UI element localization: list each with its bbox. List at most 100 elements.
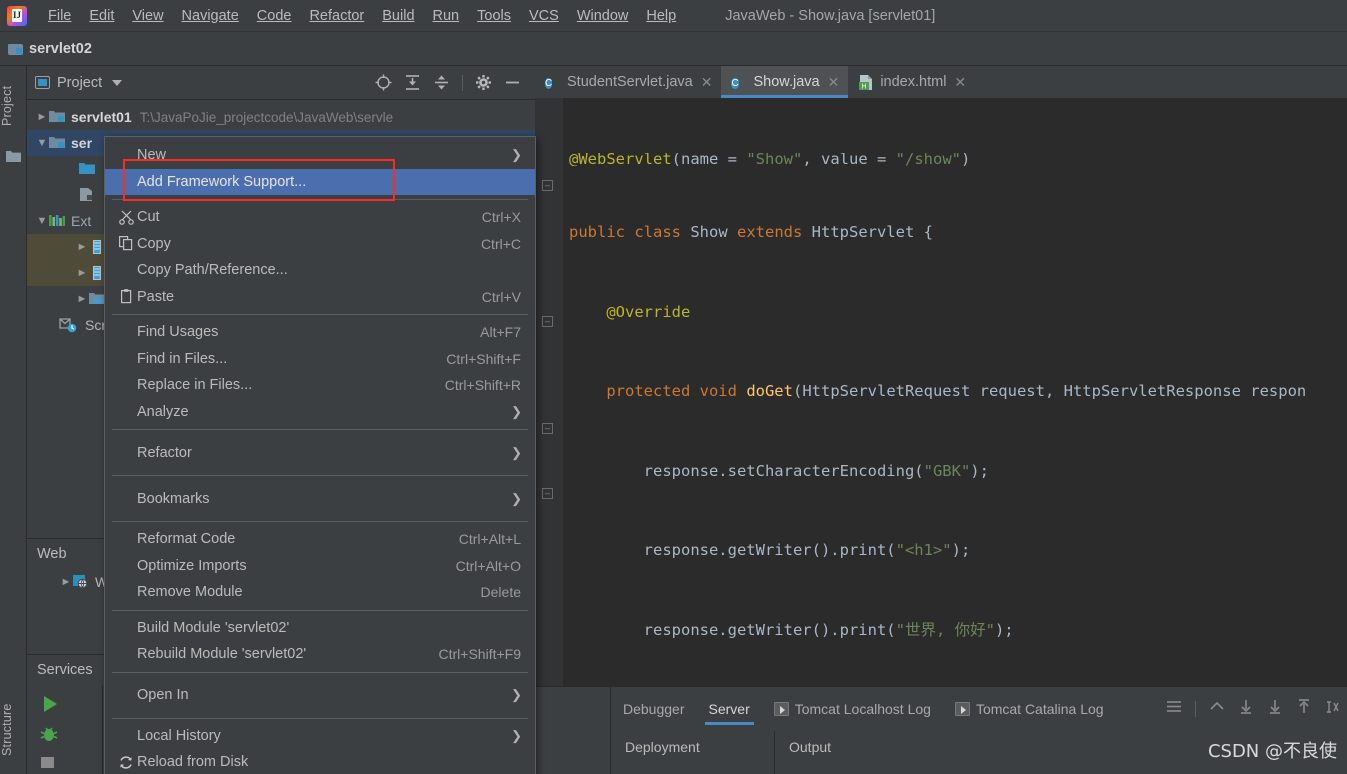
bottom-tab-tomcat-localhost-log[interactable]: Tomcat Localhost Log <box>762 687 943 731</box>
menu-separator <box>112 314 528 315</box>
menu-refactor[interactable]: Refactor <box>300 5 373 27</box>
menu-item-label: Copy Path/Reference... <box>137 262 288 279</box>
menu-item-local-history[interactable]: Local History ❯ <box>105 723 535 750</box>
tree-node-servlet01[interactable]: ► servlet01 T:\JavaPoJie_projectcode\Jav… <box>27 104 535 130</box>
scroll-to-end-icon[interactable] <box>1238 699 1254 719</box>
editor-tab-studentservlet[interactable]: C StudentServlet.java ✕ <box>535 66 721 98</box>
menu-item-refactor[interactable]: Refactor ❯ <box>105 434 535 471</box>
stop-icon[interactable] <box>27 748 102 774</box>
chevron-right-icon[interactable]: ► <box>59 576 73 588</box>
menu-vcs[interactable]: VCS <box>520 5 568 27</box>
menu-bar: IJ File Edit View Navigate Code Refactor… <box>0 0 1347 32</box>
chevron-down-icon[interactable]: ▼ <box>35 215 49 227</box>
stripe-button-structure[interactable]: Structure <box>0 686 27 774</box>
menu-help[interactable]: Help <box>637 5 685 27</box>
menu-separator <box>112 521 528 522</box>
run-icon[interactable] <box>27 691 102 718</box>
menu-file[interactable]: File <box>39 5 80 27</box>
code-line: public class Show extends HttpServlet { <box>569 223 933 241</box>
menu-tools[interactable]: Tools <box>468 5 520 27</box>
menu-item-shortcut: Ctrl+V <box>481 288 521 305</box>
bottom-tab-server[interactable]: Server <box>697 687 762 731</box>
fold-marker-icon[interactable]: – <box>542 180 553 191</box>
java-class-icon: C <box>545 78 553 89</box>
chevron-right-icon: ❯ <box>511 727 522 743</box>
bottom-tab-debugger[interactable]: Debugger <box>611 687 697 731</box>
code-line: @WebServlet(name = "Show", value = "/sho… <box>569 153 971 166</box>
chevron-right-icon[interactable]: ► <box>35 111 49 123</box>
menu-item-remove-module[interactable]: Remove Module Delete <box>105 579 535 606</box>
menu-item-replace-in-files[interactable]: Replace in Files... Ctrl+Shift+R <box>105 372 535 399</box>
collapse-all-icon[interactable] <box>433 74 450 91</box>
menu-item-find-usages[interactable]: Find Usages Alt+F7 <box>105 319 535 346</box>
intellij-idea-window: IJ File Edit View Navigate Code Refactor… <box>0 0 1347 774</box>
menu-item-rebuild-module[interactable]: Rebuild Module 'servlet02' Ctrl+Shift+F9 <box>105 641 535 668</box>
menu-edit[interactable]: Edit <box>80 5 123 27</box>
close-icon[interactable]: ✕ <box>701 74 713 91</box>
context-menu[interactable]: New ❯ Add Framework Support... Cut Ctrl+… <box>104 136 536 774</box>
debug-icon[interactable] <box>27 718 102 748</box>
editor-gutter[interactable]: – – – – <box>535 98 563 686</box>
menu-window[interactable]: Window <box>568 5 638 27</box>
menu-icon[interactable] <box>1166 700 1182 718</box>
menu-item-open-in[interactable]: Open In ❯ <box>105 677 535 714</box>
menu-item-copy-path-reference[interactable]: Copy Path/Reference... <box>105 257 535 284</box>
close-icon[interactable]: ✕ <box>954 74 966 91</box>
download-icon[interactable] <box>1267 699 1283 719</box>
left-tool-stripe: Project Structure <box>0 66 27 774</box>
menu-item-copy[interactable]: Copy Ctrl+C <box>105 231 535 258</box>
menu-navigate[interactable]: Navigate <box>173 5 248 27</box>
output-panel[interactable]: Output CSDN @不良使 <box>775 731 1347 774</box>
chevron-right-icon[interactable]: ► <box>75 267 89 279</box>
soft-wrap-icon[interactable] <box>1209 700 1225 718</box>
menu-item-build-module[interactable]: Build Module 'servlet02' <box>105 615 535 642</box>
bottom-sub-panels: Deployment Output CSDN @不良使 <box>611 731 1347 774</box>
close-icon[interactable] <box>1325 700 1339 719</box>
deployment-panel-title[interactable]: Deployment <box>611 731 775 774</box>
editor-area: C StudentServlet.java ✕ C Show.java ✕ H … <box>535 66 1347 686</box>
code-line: @Override <box>606 302 691 321</box>
menu-view[interactable]: View <box>123 5 172 27</box>
stripe-button-project[interactable]: Project <box>0 70 27 142</box>
menu-item-reformat-code[interactable]: Reformat Code Ctrl+Alt+L <box>105 526 535 553</box>
menu-item-label: Remove Module <box>137 584 243 601</box>
menu-item-shortcut: Ctrl+Alt+O <box>455 557 521 574</box>
menu-item-bookmarks[interactable]: Bookmarks ❯ <box>105 480 535 517</box>
menu-item-find-in-files[interactable]: Find in Files... Ctrl+Shift+F <box>105 346 535 373</box>
editor-tab-index-html[interactable]: H index.html ✕ <box>848 66 975 98</box>
menu-item-label: Open In <box>137 687 189 703</box>
menu-item-paste[interactable]: Paste Ctrl+V <box>105 284 535 311</box>
settings-gear-icon[interactable] <box>475 74 492 91</box>
menu-code[interactable]: Code <box>248 5 301 27</box>
editor-tab-show[interactable]: C Show.java ✕ <box>721 66 849 98</box>
expand-all-icon[interactable] <box>404 74 421 91</box>
menu-item-cut[interactable]: Cut Ctrl+X <box>105 204 535 231</box>
locate-icon[interactable] <box>375 74 392 91</box>
menu-item-add-framework-support[interactable]: Add Framework Support... <box>105 168 535 195</box>
code-content[interactable]: @WebServlet(name = "Show", value = "/sho… <box>563 98 1347 686</box>
close-icon[interactable]: ✕ <box>828 74 840 91</box>
fold-marker-icon[interactable]: – <box>542 423 553 434</box>
tree-node-path: T:\JavaPoJie_projectcode\JavaWeb\servle <box>139 109 394 125</box>
menu-separator <box>112 429 528 430</box>
upload-icon[interactable] <box>1296 699 1312 719</box>
chevron-right-icon[interactable]: ► <box>75 293 89 305</box>
breadcrumb[interactable]: servlet02 <box>8 41 92 57</box>
menu-item-analyze[interactable]: Analyze ❯ <box>105 399 535 426</box>
hide-panel-icon[interactable] <box>504 74 521 91</box>
chevron-down-icon[interactable] <box>112 79 123 86</box>
menu-item-optimize-imports[interactable]: Optimize Imports Ctrl+Alt+O <box>105 553 535 580</box>
menu-run[interactable]: Run <box>424 5 469 27</box>
menu-item-reload-from-disk[interactable]: Reload from Disk <box>105 749 535 774</box>
menu-item-new[interactable]: New ❯ <box>105 142 535 169</box>
fold-marker-icon[interactable]: – <box>542 316 553 327</box>
menu-item-shortcut: Ctrl+Shift+F <box>446 350 521 367</box>
bottom-tab-tomcat-catalina-log[interactable]: Tomcat Catalina Log <box>943 687 1116 731</box>
bottom-tab-label: Debugger <box>623 701 685 717</box>
chevron-down-icon[interactable]: ▼ <box>35 137 49 149</box>
fold-marker-icon[interactable]: – <box>542 488 553 499</box>
menu-build[interactable]: Build <box>373 5 423 27</box>
chevron-right-icon[interactable]: ► <box>75 241 89 253</box>
chevron-right-icon: ❯ <box>511 687 522 702</box>
stripe-folder-icon[interactable] <box>6 150 21 164</box>
